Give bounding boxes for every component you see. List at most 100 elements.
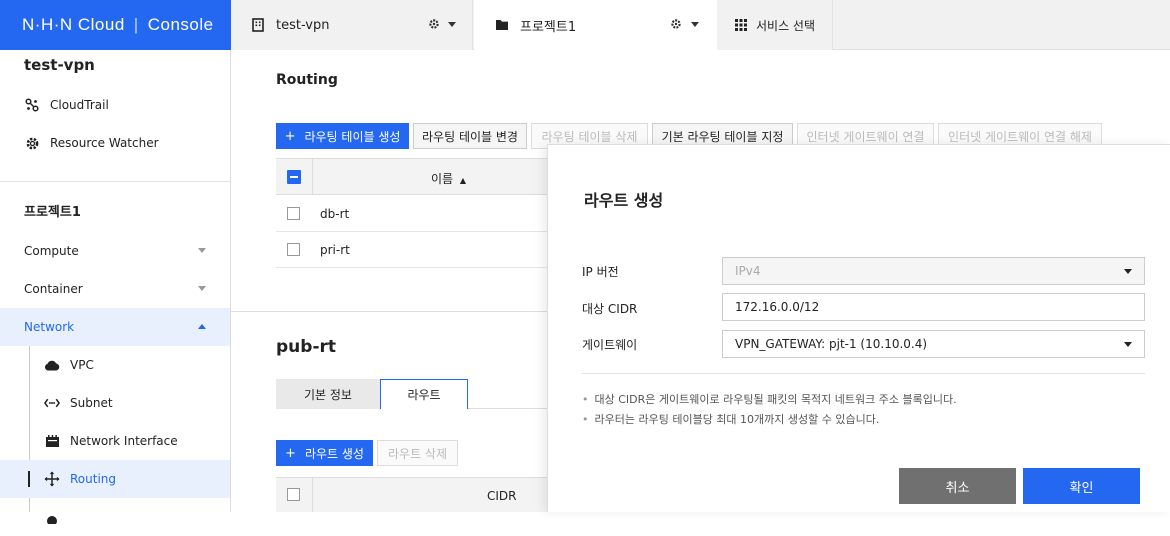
gear-icon — [24, 135, 40, 151]
button-label: 인터넷 게이트웨이 연결 — [806, 129, 925, 144]
sidebar-item-next[interactable] — [0, 498, 230, 536]
target-cidr-input[interactable]: 172.16.0.0/12 — [722, 293, 1145, 321]
button-label: 라우트 삭제 — [387, 446, 447, 461]
org-selector[interactable]: test-vpn — [231, 0, 473, 50]
confirm-button[interactable]: 확인 — [1023, 468, 1140, 504]
minus-icon — [290, 176, 298, 178]
sidebar-item-resource-watcher[interactable]: Resource Watcher — [0, 124, 230, 162]
button-label: 인터넷 게이트웨이 연결 해제 — [948, 129, 1092, 144]
button-label: 확인 — [1069, 480, 1094, 496]
chevron-down-icon — [1124, 269, 1132, 274]
button-label: 라우팅 테이블 생성 — [304, 129, 401, 144]
button-label: 취소 — [945, 480, 970, 496]
routing-arrows-icon — [44, 471, 60, 487]
tab-label: 기본 정보 — [304, 387, 352, 402]
section-divider — [231, 311, 548, 312]
sidebar-item-cloudtrail[interactable]: CloudTrail — [0, 86, 230, 124]
target-cidr-label: 대상 CIDR — [582, 302, 638, 316]
logo[interactable]: N·H·N Cloud | Console — [0, 0, 231, 50]
org-name: test-vpn — [276, 17, 330, 33]
category-label: Network — [24, 320, 75, 334]
ip-version-value: IPv4 — [735, 264, 761, 278]
select-all-checkbox[interactable] — [287, 170, 301, 184]
bullet: • — [582, 413, 589, 426]
help-note-text: 대상 CIDR은 게이트웨이로 라우팅될 패킷의 목적지 네트워크 주소 블록입… — [594, 393, 957, 406]
category-label: Container — [24, 282, 83, 296]
help-note-text: 라우터는 라우팅 테이블당 최대 10개까지 생성할 수 있습니다. — [594, 413, 880, 426]
ip-version-select[interactable]: IPv4 — [722, 257, 1145, 285]
panel-title: 라우트 생성 — [584, 191, 664, 210]
sidebar-item-subnet[interactable]: Subnet — [0, 384, 230, 422]
column-header-name[interactable]: 이름 ▲ — [431, 170, 466, 187]
create-routing-table-button[interactable]: + 라우팅 테이블 생성 — [276, 123, 409, 149]
logo-console: Console — [147, 15, 214, 34]
project-settings-gear-icon[interactable] — [670, 18, 682, 34]
tab-baseline — [468, 408, 548, 409]
tab-routes[interactable]: 라우트 — [380, 379, 468, 409]
cloud-icon — [44, 357, 60, 373]
tab-label: 라우트 — [407, 388, 441, 402]
help-note: • 대상 CIDR은 게이트웨이로 라우팅될 패킷의 목적지 네트워크 주소 블록… — [582, 391, 957, 407]
divider — [582, 373, 1145, 374]
folder-icon — [496, 20, 508, 30]
service-select-button[interactable]: 서비스 선택 — [717, 0, 833, 50]
routing-table-name: pri-rt — [320, 243, 350, 257]
button-label: 라우팅 테이블 변경 — [422, 129, 518, 144]
table-row[interactable]: pri-rt — [276, 232, 548, 268]
gateway-select[interactable]: VPN_GATEWAY: pjt-1 (10.10.0.4) — [722, 330, 1145, 358]
gateway-label: 게이트웨이 — [582, 338, 638, 352]
building-icon — [252, 18, 264, 32]
select-all-routes-checkbox[interactable] — [287, 488, 300, 501]
project-name: 프로젝트1 — [520, 19, 577, 35]
table-row[interactable]: db-rt — [276, 196, 548, 232]
next-item-icon — [44, 509, 60, 525]
gateway-value: VPN_GATEWAY: pjt-1 (10.10.0.4) — [735, 337, 928, 351]
tab-basic-info[interactable]: 기본 정보 — [276, 379, 380, 409]
category-label: Compute — [24, 244, 79, 258]
sidebar-category-network[interactable]: Network — [0, 308, 230, 346]
ip-version-label: IP 버전 — [582, 265, 619, 279]
bullet: • — [582, 393, 589, 406]
delete-route-button[interactable]: 라우트 삭제 — [377, 440, 458, 466]
chevron-down-icon — [198, 286, 206, 291]
project-dropdown-chevron-down-icon[interactable] — [691, 22, 699, 27]
network-interface-icon — [44, 433, 60, 449]
sidebar-item-label: Network Interface — [70, 434, 178, 448]
create-route-button[interactable]: + 라우트 생성 — [276, 440, 373, 466]
org-dropdown-chevron-down-icon[interactable] — [448, 22, 456, 27]
sidebar-item-label: Resource Watcher — [50, 136, 159, 150]
sidebar-item-network-interface[interactable]: Network Interface — [0, 422, 230, 460]
sort-ascending-icon: ▲ — [459, 176, 467, 185]
divider — [0, 181, 230, 182]
row-checkbox[interactable] — [287, 243, 300, 256]
project-title: 프로젝트1 — [24, 205, 81, 220]
help-note: • 라우터는 라우팅 테이블당 최대 10개까지 생성할 수 있습니다. — [582, 411, 879, 427]
active-indicator — [28, 471, 30, 487]
button-label: 라우트 생성 — [304, 446, 364, 461]
project-selector[interactable]: 프로젝트1 — [474, 0, 717, 50]
logo-separator: | — [133, 15, 139, 34]
plus-icon: + — [285, 445, 296, 461]
service-select-label: 서비스 선택 — [756, 18, 816, 33]
org-settings-gear-icon[interactable] — [428, 18, 440, 34]
cloudtrail-icon — [24, 97, 40, 113]
column-divider — [312, 158, 313, 195]
sidebar-category-container[interactable]: Container — [0, 270, 230, 308]
sidebar-item-vpc[interactable]: VPC — [0, 346, 230, 384]
modify-routing-table-button[interactable]: 라우팅 테이블 변경 — [413, 123, 527, 149]
sidebar-category-compute[interactable]: Compute — [0, 232, 230, 270]
chevron-up-icon — [198, 324, 206, 329]
row-checkbox[interactable] — [287, 207, 300, 220]
detail-title: pub-rt — [276, 337, 337, 357]
sidebar-item-label: Routing — [70, 472, 117, 486]
target-cidr-value: 172.16.0.0/12 — [735, 300, 820, 314]
plus-icon: + — [284, 128, 296, 144]
page-title: Routing — [276, 72, 338, 88]
sidebar-item-routing[interactable]: Routing — [0, 460, 230, 498]
button-label: 라우팅 테이블 삭제 — [541, 129, 638, 144]
column-divider — [312, 477, 313, 512]
grid-icon — [735, 19, 747, 31]
cancel-button[interactable]: 취소 — [899, 468, 1016, 504]
logo-brand: N·H·N Cloud — [22, 15, 125, 34]
sidebar-item-label: VPC — [70, 358, 94, 372]
